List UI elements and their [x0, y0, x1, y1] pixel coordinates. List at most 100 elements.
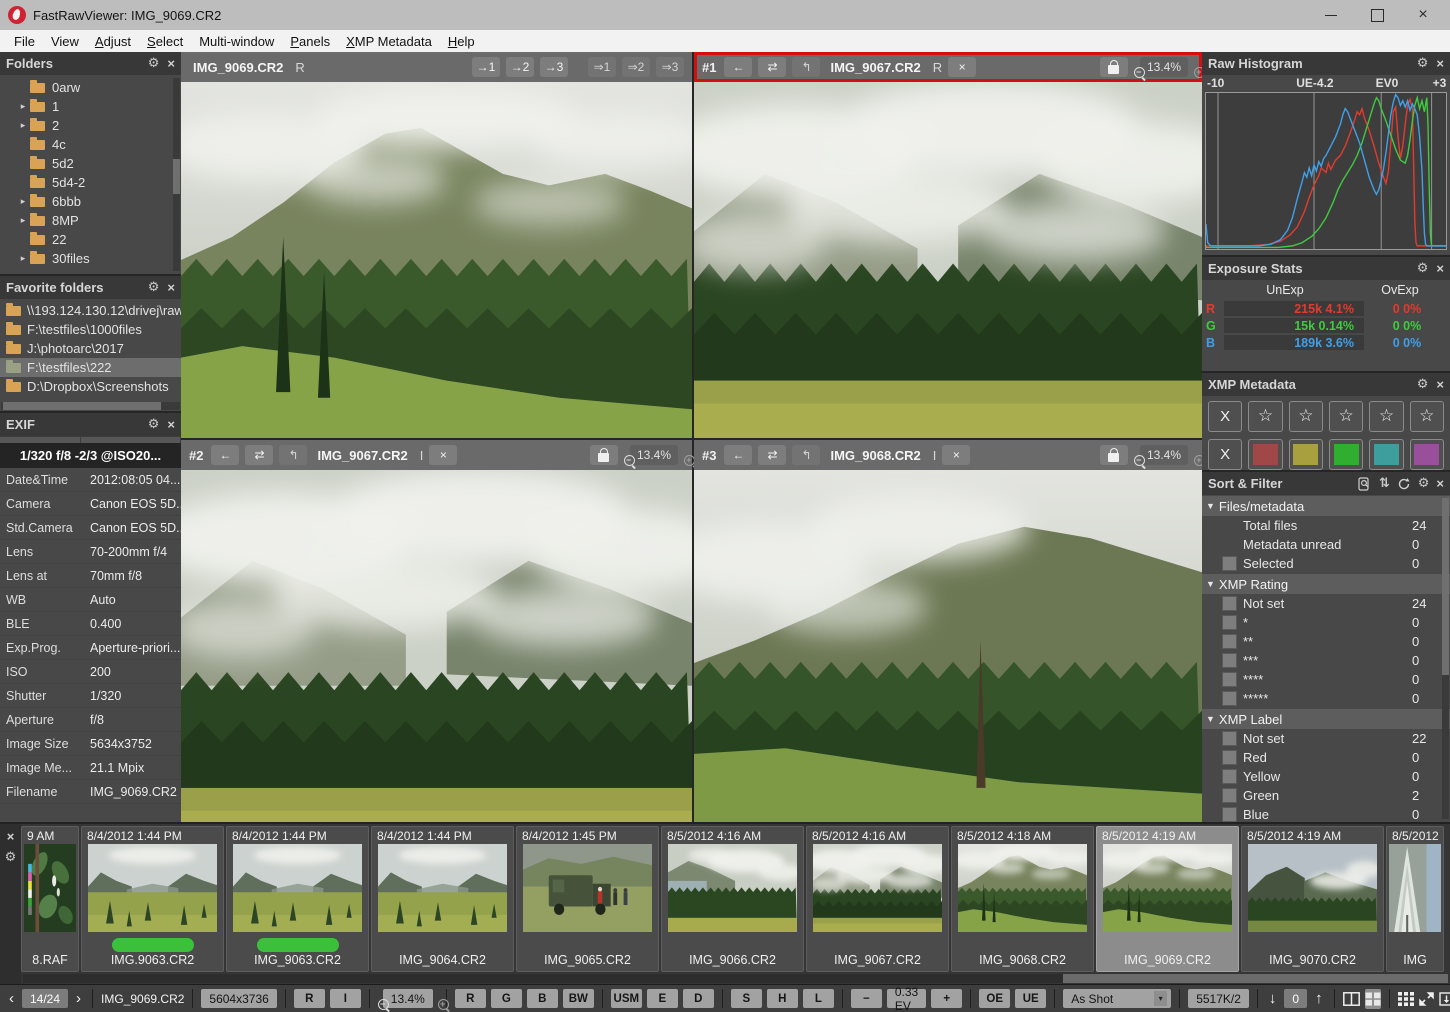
swap-pane-button[interactable]: ⇄	[245, 445, 273, 465]
layout-four-pane-icon[interactable]	[1365, 989, 1381, 1009]
prev-file-button[interactable]: ‹	[6, 990, 17, 1007]
prev-file-button[interactable]: ←	[724, 57, 752, 77]
filter-section-header[interactable]: ▼XMP Label	[1202, 709, 1450, 729]
filter-row[interactable]: Not set22	[1202, 729, 1450, 748]
thumbnail-cell[interactable]: 8/5/2012 IMG	[1386, 826, 1444, 972]
menu-item-view[interactable]: View	[43, 34, 87, 49]
menu-item-multi-window[interactable]: Multi-window	[191, 34, 282, 49]
folder-item[interactable]: ▸2	[0, 116, 181, 135]
gear-icon[interactable]: ⚙	[148, 418, 160, 431]
jump-all-button-2[interactable]: ⇒2	[622, 57, 650, 77]
refresh-icon[interactable]	[1397, 477, 1411, 491]
close-button[interactable]: ×	[1400, 0, 1446, 30]
filter-section-header[interactable]: ▼XMP Rating	[1202, 574, 1450, 594]
folder-item[interactable]: 4c	[0, 135, 181, 154]
prev-file-button[interactable]: ←	[724, 445, 752, 465]
folder-item[interactable]: 5d2	[0, 154, 181, 173]
rotate-cw-button[interactable]: ↑	[1312, 990, 1326, 1007]
pane-photo[interactable]	[181, 470, 692, 822]
view-mode-i-button[interactable]: I	[330, 989, 361, 1008]
prev-file-button[interactable]: ←	[211, 445, 239, 465]
channel-r-button[interactable]: R	[455, 989, 486, 1008]
expand-arrow-icon[interactable]: ▸	[16, 196, 30, 207]
favorite-folder-item[interactable]: F:\testfiles\1000files	[0, 320, 181, 339]
thumbnail-cell[interactable]: 8/5/2012 4:18 AM IMG_9068.CR2	[951, 826, 1094, 972]
close-icon[interactable]: ×	[7, 830, 15, 843]
jump-row-button-1[interactable]: →1	[472, 57, 500, 77]
star-rating-button-4[interactable]: ☆	[1369, 401, 1403, 432]
sort-direction-icon[interactable]: ⇅	[1379, 477, 1390, 490]
folder-item[interactable]: 22	[0, 230, 181, 249]
star-rating-button-2[interactable]: ☆	[1289, 401, 1323, 432]
expand-arrow-icon[interactable]: ▸	[16, 101, 30, 112]
layout-two-pane-icon[interactable]	[1343, 989, 1360, 1009]
filter-row[interactable]: ****0	[1202, 670, 1450, 689]
filter-checkbox[interactable]	[1222, 556, 1237, 571]
thumbnail-cell[interactable]: 8/4/2012 1:44 PM IMG_9063.CR2	[226, 826, 369, 972]
gear-icon[interactable]: ⚙	[1418, 477, 1430, 490]
white-balance-dropdown[interactable]: As Shot▾	[1063, 989, 1171, 1008]
filter-row[interactable]: Yellow0	[1202, 767, 1450, 786]
lock-button[interactable]	[1100, 57, 1128, 77]
close-icon[interactable]: ×	[1436, 477, 1444, 490]
return-file-button[interactable]: ↰	[792, 445, 820, 465]
color-label-button-1[interactable]	[1248, 439, 1282, 470]
filter-section-header[interactable]: ▼Files/metadata	[1202, 496, 1450, 516]
close-icon[interactable]: ×	[1436, 378, 1444, 391]
close-icon[interactable]: ×	[167, 57, 175, 70]
gear-icon[interactable]: ⚙	[1417, 378, 1429, 391]
menu-item-adjust[interactable]: Adjust	[87, 34, 139, 49]
thumbnail-cell[interactable]: 8/5/2012 4:19 AM IMG_9070.CR2	[1241, 826, 1384, 972]
gear-icon[interactable]: ⚙	[148, 57, 160, 70]
favorites-scrollbar[interactable]	[1, 402, 180, 410]
filter-checkbox[interactable]	[1222, 807, 1237, 822]
shadow-highlight-s-button[interactable]: S	[731, 989, 762, 1008]
favorite-folder-item[interactable]: F:\testfiles\222	[0, 358, 181, 377]
overexposure-oe-button[interactable]: OE	[979, 989, 1010, 1008]
folder-item[interactable]: ▸30files	[0, 249, 181, 268]
color-label-button-2[interactable]	[1289, 439, 1323, 470]
filter-row[interactable]: ***0	[1202, 651, 1450, 670]
star-rating-button-1[interactable]: ☆	[1248, 401, 1282, 432]
gear-icon[interactable]: ⚙	[1417, 57, 1429, 70]
menu-item-xmp-metadata[interactable]: XMP Metadata	[338, 34, 440, 49]
processing-d-button[interactable]: D	[683, 989, 714, 1008]
gear-icon[interactable]: ⚙	[148, 281, 160, 294]
ev-increase-+-button[interactable]: +	[931, 989, 962, 1008]
expand-arrow-icon[interactable]: ▸	[16, 215, 30, 226]
shadow-highlight-l-button[interactable]: L	[803, 989, 834, 1008]
exif-column-resizer[interactable]	[0, 436, 181, 443]
filter-row[interactable]: Not set24	[1202, 594, 1450, 613]
thumbnail-cell[interactable]: 8/4/2012 1:44 PM IMG.9063.CR2	[81, 826, 224, 972]
filter-row[interactable]: Green2	[1202, 786, 1450, 805]
favorite-folder-item[interactable]: J:\photoarc\2017	[0, 339, 181, 358]
export-icon[interactable]	[1439, 989, 1450, 1009]
filter-checkbox[interactable]	[1222, 634, 1237, 649]
favorite-folder-item[interactable]: D:\Dropbox\Screenshots	[0, 377, 181, 396]
close-icon[interactable]: ×	[1436, 262, 1444, 275]
filter-row[interactable]: *****0	[1202, 689, 1450, 708]
menu-item-help[interactable]: Help	[440, 34, 483, 49]
filter-checkbox[interactable]	[1222, 731, 1237, 746]
return-file-button[interactable]: ↰	[279, 445, 307, 465]
return-file-button[interactable]: ↰	[792, 57, 820, 77]
folder-item[interactable]: 0arw	[0, 78, 181, 97]
menu-item-file[interactable]: File	[6, 34, 43, 49]
color-label-button-3[interactable]	[1329, 439, 1363, 470]
close-pane-button[interactable]: ×	[942, 445, 970, 465]
folders-scrollbar[interactable]	[173, 78, 180, 271]
channel-g-button[interactable]: G	[491, 989, 522, 1008]
clear-rating-button[interactable]: X	[1208, 401, 1242, 432]
minimize-button[interactable]	[1308, 0, 1354, 30]
filter-checkbox[interactable]	[1222, 788, 1237, 803]
channel-b-button[interactable]: B	[527, 989, 558, 1008]
filter-row[interactable]: **0	[1202, 632, 1450, 651]
processing-usm-button[interactable]: USM	[611, 989, 642, 1008]
filter-row[interactable]: Total files24	[1202, 516, 1450, 535]
ev-decrease-−-button[interactable]: −	[851, 989, 882, 1008]
expand-arrow-icon[interactable]: ▸	[16, 120, 30, 131]
grid-view-icon[interactable]	[1398, 989, 1414, 1009]
folder-item[interactable]: 5d4-2	[0, 173, 181, 192]
jump-row-button-3[interactable]: →3	[540, 57, 568, 77]
swap-pane-button[interactable]: ⇄	[758, 57, 786, 77]
